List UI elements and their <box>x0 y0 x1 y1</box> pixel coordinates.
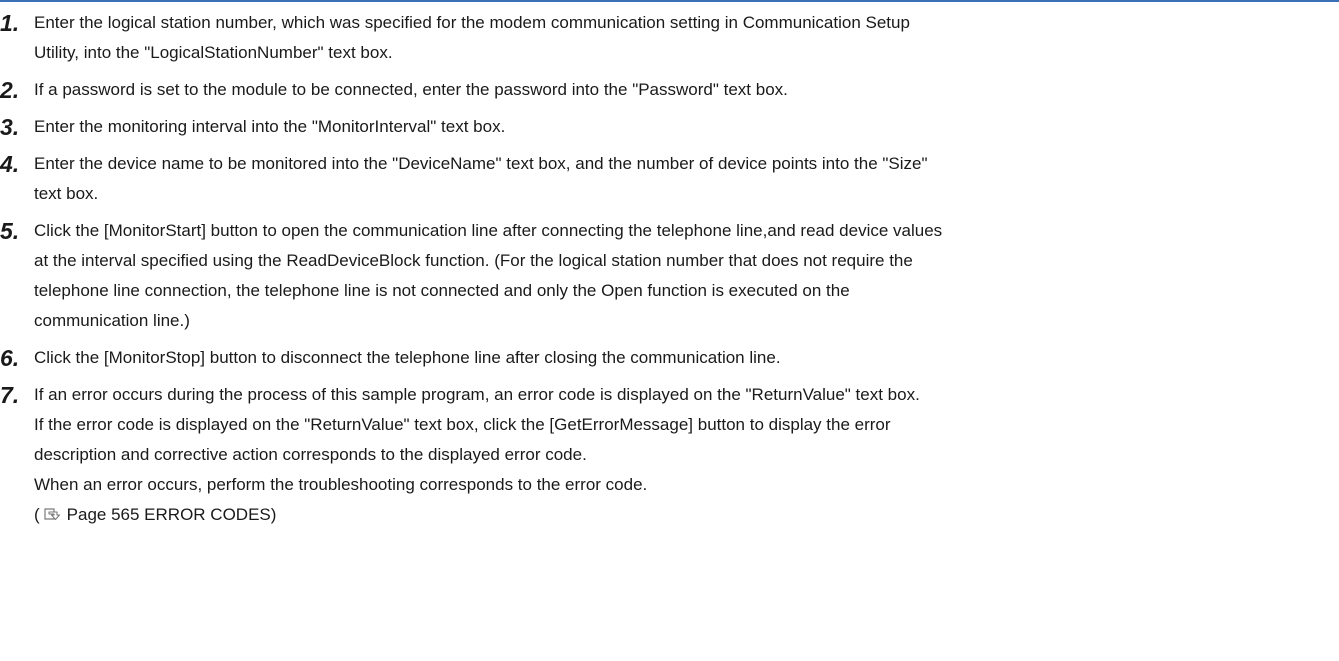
step-text-line: telephone line connection, the telephone… <box>34 281 850 300</box>
procedure-steps: 1. Enter the logical station number, whi… <box>0 8 1339 537</box>
step-text-line: If the error code is displayed on the "R… <box>34 415 891 434</box>
step-text-line: Enter the monitoring interval into the "… <box>34 117 506 136</box>
step-number: 1. <box>0 10 20 36</box>
step-text-line: Click the [MonitorStart] button to open … <box>34 221 943 240</box>
step-number: 3. <box>0 114 20 140</box>
page-reference: ( Page 565 ERROR CODES) <box>34 500 1339 530</box>
step-7: 7. If an error occurs during the process… <box>0 380 1339 530</box>
step-text-line: Utility, into the "LogicalStationNumber"… <box>34 43 393 62</box>
step-text-line: Enter the logical station number, which … <box>34 13 910 32</box>
step-text-line: communication line.) <box>34 311 190 330</box>
step-1: 1. Enter the logical station number, whi… <box>0 8 1339 68</box>
step-6: 6. Click the [MonitorStop] button to dis… <box>0 343 1339 373</box>
step-3: 3. Enter the monitoring interval into th… <box>0 112 1339 142</box>
top-divider <box>0 0 1339 2</box>
step-text-line: Enter the device name to be monitored in… <box>34 154 928 173</box>
page-reference-icon <box>43 506 61 522</box>
step-text-line: When an error occurs, perform the troubl… <box>34 475 648 494</box>
step-text-line: description and corrective action corres… <box>34 445 587 464</box>
step-text-line: at the interval specified using the Read… <box>34 251 913 270</box>
step-number: 6. <box>0 345 20 371</box>
step-5: 5. Click the [MonitorStart] button to op… <box>0 216 1339 336</box>
step-2: 2. If a password is set to the module to… <box>0 75 1339 105</box>
step-number: 7. <box>0 382 20 408</box>
step-text-line: If an error occurs during the process of… <box>34 385 920 404</box>
step-text-line: Click the [MonitorStop] button to discon… <box>34 348 781 367</box>
step-number: 2. <box>0 77 20 103</box>
step-number: 4. <box>0 151 20 177</box>
reference-open-paren: ( <box>34 505 40 524</box>
step-number: 5. <box>0 218 20 244</box>
reference-close-paren: ) <box>270 505 277 524</box>
step-text-line: If a password is set to the module to be… <box>34 80 788 99</box>
step-text-line: text box. <box>34 184 99 203</box>
step-4: 4. Enter the device name to be monitored… <box>0 149 1339 209</box>
page-reference-link[interactable]: Page 565 ERROR CODES <box>67 505 271 524</box>
